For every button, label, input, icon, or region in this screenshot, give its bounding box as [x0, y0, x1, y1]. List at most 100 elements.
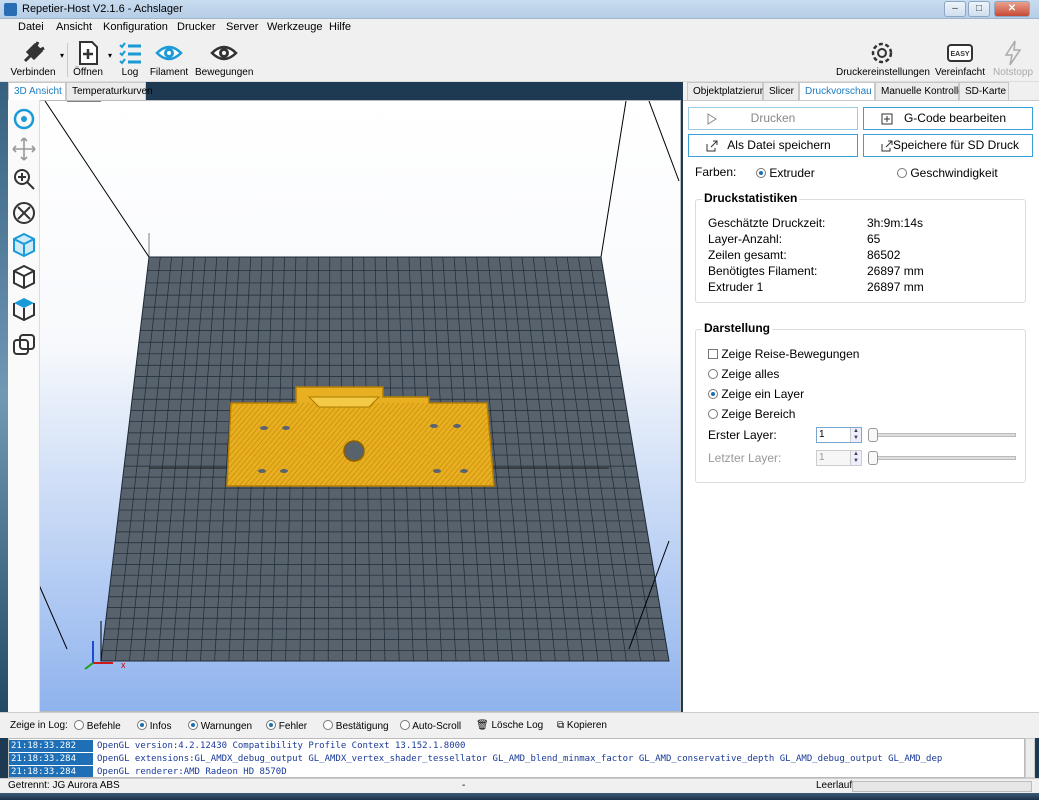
log-output[interactable]: 21:18:33.282 OpenGL version:4.2.12430 Com…: [8, 738, 1025, 778]
colors-label: Farben:: [695, 165, 737, 179]
status-bar: Getrennt: JG Aurora ABS - Leerlauf: [0, 778, 1039, 793]
svg-text:EASY: EASY: [950, 51, 969, 58]
close-button[interactable]: ✕: [994, 1, 1030, 17]
rotate-view-icon[interactable]: [11, 106, 37, 132]
svg-text:x: x: [121, 660, 126, 670]
panel-tabs: Objektplatzierung Slicer Druckvorschau M…: [687, 82, 1039, 101]
first-layer-slider[interactable]: [868, 428, 1016, 442]
stat-label: Benötigtes Filament:: [708, 264, 818, 278]
tab-3d-view[interactable]: 3D Ansicht: [8, 82, 66, 101]
save-file-button[interactable]: Als Datei speichern: [688, 134, 858, 157]
open-button[interactable]: Öffnen: [70, 37, 106, 82]
log-copy-button[interactable]: ⧉ Kopieren: [557, 720, 607, 731]
stat-value: 86502: [867, 248, 901, 262]
connect-dropdown-icon[interactable]: ▾: [60, 51, 64, 60]
tab-slicer[interactable]: Slicer: [763, 82, 799, 100]
log-commands-toggle[interactable]: Befehle: [74, 720, 121, 732]
last-layer-label: Letzter Layer:: [708, 451, 782, 465]
last-layer-slider[interactable]: [868, 451, 1016, 465]
filament-button[interactable]: Filament: [148, 37, 190, 82]
trash-icon: 🗑: [476, 720, 489, 731]
export-icon: [881, 140, 893, 152]
log-autoscroll-toggle[interactable]: Auto-Scroll: [400, 720, 461, 732]
log-clear-button[interactable]: 🗑 Lösche Log: [476, 720, 543, 731]
menu-ansicht[interactable]: Ansicht: [56, 21, 92, 33]
log-warnings-toggle[interactable]: Warnungen: [188, 720, 252, 732]
tab-sd-card[interactable]: SD-Karte: [959, 82, 1009, 100]
menu-konfiguration[interactable]: Konfiguration: [103, 21, 168, 33]
stats-title: Druckstatistiken: [702, 191, 800, 205]
log-button[interactable]: Log: [115, 37, 145, 82]
log-show-label: Zeige in Log:: [10, 720, 68, 731]
color-extruder-radio[interactable]: Extruder: [756, 166, 815, 180]
stats-group: Druckstatistiken Geschätzte Druckzeit: 3…: [695, 191, 1026, 303]
easy-mode-button[interactable]: EASY Vereinfacht: [934, 37, 986, 82]
menu-hilfe[interactable]: Hilfe: [329, 21, 351, 33]
copy-icon: ⧉: [557, 720, 565, 731]
menu-datei[interactable]: Datei: [18, 21, 44, 33]
tab-temperature[interactable]: Temperaturkurven: [66, 82, 153, 100]
tab-print-preview[interactable]: Druckvorschau: [799, 82, 875, 101]
progress-bar: [852, 781, 1032, 792]
status-middle: -: [462, 780, 466, 791]
gear-icon: [871, 42, 893, 64]
print-bed-scene: x: [18, 101, 680, 670]
log-line: 21:18:33.284 OpenGL extensions:GL_AMDX_de…: [9, 753, 943, 765]
show-range-radio[interactable]: Zeige Bereich: [708, 407, 795, 421]
lightning-icon: [1004, 40, 1022, 66]
printer-settings-button[interactable]: Druckereinstellungen: [836, 37, 930, 82]
window-title: Repetier-Host V2.1.6 - Achslager: [22, 3, 183, 15]
eye-icon: [155, 45, 183, 61]
front-view-icon[interactable]: [11, 264, 37, 290]
file-plus-icon: [79, 41, 98, 65]
log-line: 21:18:33.284 OpenGL renderer:AMD Radeon H…: [9, 766, 287, 777]
stat-value: 65: [867, 232, 881, 246]
show-layer-radio[interactable]: Zeige ein Layer: [708, 387, 804, 401]
fit-view-icon[interactable]: [11, 200, 37, 226]
move-view-icon[interactable]: [11, 136, 37, 162]
iso-view-icon[interactable]: [11, 232, 37, 258]
log-infos-toggle[interactable]: Infos: [137, 720, 171, 732]
app-icon: [4, 3, 17, 16]
idle-status: Leerlauf: [816, 780, 853, 791]
open-dropdown-icon[interactable]: ▾: [108, 51, 112, 60]
display-title: Darstellung: [702, 321, 773, 335]
stat-value: 3h:9m:14s: [867, 216, 924, 230]
parallel-view-icon[interactable]: [11, 332, 37, 358]
first-layer-label: Erster Layer:: [708, 428, 777, 442]
last-layer-spinner[interactable]: 1 ▲ ▼: [816, 450, 862, 466]
list-icon: [119, 42, 141, 65]
menu-drucker[interactable]: Drucker: [177, 21, 216, 33]
play-icon: [707, 113, 717, 125]
tab-manual-control[interactable]: Manuelle Kontrolle: [875, 82, 964, 100]
easy-badge-icon: EASY: [947, 44, 973, 62]
menu-server[interactable]: Server: [226, 21, 258, 33]
show-all-radio[interactable]: Zeige alles: [708, 367, 779, 381]
menu-werkzeuge[interactable]: Werkzeuge: [267, 21, 322, 33]
first-layer-spinner[interactable]: 1 ▲ ▼: [816, 427, 862, 443]
stat-label: Geschätzte Druckzeit:: [708, 216, 826, 230]
color-speed-radio[interactable]: Geschwindigkeit: [897, 166, 998, 180]
eye-icon: [210, 45, 238, 61]
zoom-icon[interactable]: [11, 166, 37, 192]
emergency-stop-button[interactable]: Notstopp: [990, 37, 1036, 82]
moves-button[interactable]: Bewegungen: [195, 37, 253, 82]
log-errors-toggle[interactable]: Fehler: [266, 720, 307, 732]
top-view-icon[interactable]: [11, 296, 37, 322]
print-button[interactable]: Drucken: [688, 107, 858, 130]
log-scrollbar[interactable]: [1025, 738, 1035, 778]
stat-value: 26897 mm: [867, 280, 924, 294]
tab-object-placement[interactable]: Objektplatzierung: [687, 82, 771, 100]
view-tools: [8, 100, 40, 712]
desktop-background: [0, 82, 8, 712]
minimize-button[interactable]: –: [944, 1, 966, 17]
maximize-button[interactable]: □: [968, 1, 990, 17]
3d-viewport[interactable]: x: [8, 100, 681, 712]
show-travel-checkbox[interactable]: Zeige Reise-Bewegungen: [708, 347, 859, 361]
connect-button[interactable]: Verbinden: [8, 37, 58, 82]
connection-status: Getrennt: JG Aurora ABS: [8, 780, 120, 791]
edit-gcode-button[interactable]: G-Code bearbeiten: [863, 107, 1033, 130]
log-acks-toggle[interactable]: Bestätigung: [323, 720, 389, 732]
save-sd-button[interactable]: Speichere für SD Druck: [863, 134, 1033, 157]
title-bar: Repetier-Host V2.1.6 - Achslager – □ ✕: [0, 0, 1039, 19]
